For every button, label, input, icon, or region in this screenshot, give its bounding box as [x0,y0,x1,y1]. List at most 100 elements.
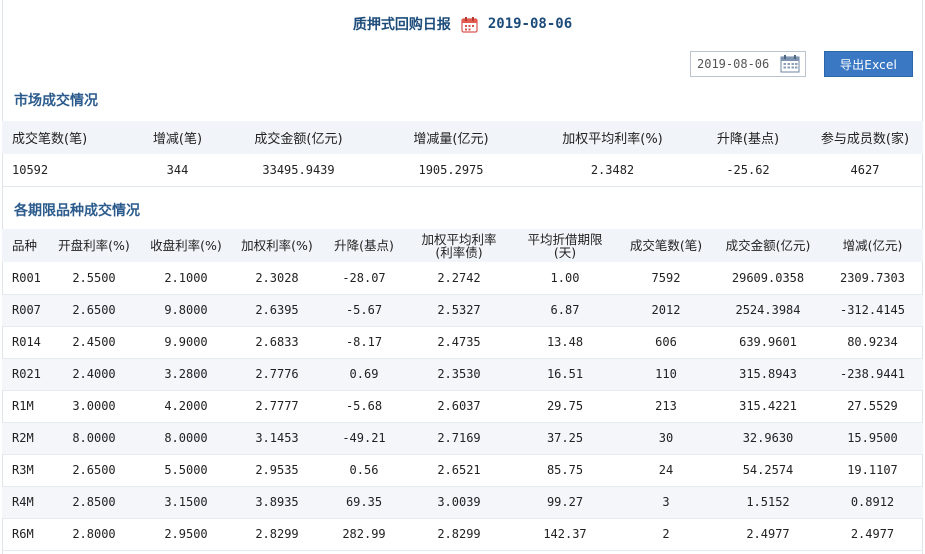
term-cell: 1.5152 [714,486,822,519]
export-excel-button[interactable]: 导出Excel [824,51,913,77]
date-picker[interactable] [690,51,806,77]
market-col-amount: 成交金额(亿元) [231,121,366,154]
term-product-cell: R6M [2,518,48,551]
term-cell: 80.9234 [822,326,923,359]
term-cell: 9.8000 [140,294,232,327]
term-cell: 2.8299 [232,518,322,551]
term-cell: 3 [618,486,714,519]
term-cell: -28.07 [322,262,406,295]
table-row: R6M 2.8000 2.9500 2.8299 282.99 2.8299 142.37 2… [2,518,923,551]
term-cell: 29609.0358 [714,262,822,295]
terms-col-weighted-avg-rate-line2: (利率债) [435,244,483,260]
term-cell: 2.4500 [48,326,140,359]
term-cell: 1.00 [512,262,618,295]
market-col-amount-change: 增减量(亿元) [366,121,536,154]
term-cell: 13.48 [512,326,618,359]
term-cell: 2.5500 [48,262,140,295]
term-cell: 19.1107 [822,454,923,487]
term-cell: 315.8943 [714,358,822,391]
term-cell: 16.51 [512,358,618,391]
term-cell: 282.99 [322,518,406,551]
terms-col-product: 品种 [2,229,48,262]
table-row: R1M 3.0000 4.2000 2.7777 -5.68 2.6037 29.75 213… [2,390,923,423]
term-cell: 2.6521 [406,454,512,487]
market-cell: 344 [124,154,231,187]
table-row: R4M 2.8500 3.1500 3.8935 69.35 3.0039 99.27 3 1.… [2,486,923,519]
term-cell: -312.4145 [822,294,923,327]
market-header-row: 成交笔数(笔) 增减(笔) 成交金额(亿元) 增减量(亿元) 加权平均利率(%)… [2,121,923,154]
term-cell: 29.75 [512,390,618,423]
term-cell: 2.8299 [406,518,512,551]
term-cell: -5.68 [322,390,406,423]
market-cell: -25.62 [689,154,807,187]
market-cell: 1905.2975 [366,154,536,187]
term-cell: 24 [618,454,714,487]
terms-section-title: 各期限品种成交情况 [14,203,140,219]
table-row: R001 2.5500 2.1000 2.3028 -28.07 2.2742 1.00 75… [2,262,923,295]
market-col-members: 参与成员数(家) [807,121,923,154]
date-input[interactable] [691,53,777,75]
term-product-cell: R007 [2,294,48,327]
term-cell: 2.6500 [48,454,140,487]
table-row: R007 2.6500 9.8000 2.6395 -5.67 2.5327 6.87 201… [2,294,923,327]
term-cell: 32.9630 [714,422,822,455]
term-cell: 2.4735 [406,326,512,359]
term-product-cell: R021 [2,358,48,391]
term-cell: 2524.3984 [714,294,822,327]
term-cell: 0.8912 [822,486,923,519]
term-cell: 2.5327 [406,294,512,327]
market-cell: 33495.9439 [231,154,366,187]
calendar-icon[interactable] [779,54,801,74]
terms-table-body: R001 2.5500 2.1000 2.3028 -28.07 2.2742 1.00 75… [2,262,923,551]
term-cell: 2.7169 [406,422,512,455]
market-col-bp-change: 升降(基点) [689,121,807,154]
term-cell: 3.1500 [140,486,232,519]
term-product-cell: R3M [2,454,48,487]
term-cell: 0.69 [322,358,406,391]
term-cell: 606 [618,326,714,359]
term-cell: 7592 [618,262,714,295]
term-cell: 2.2742 [406,262,512,295]
term-product-cell: R014 [2,326,48,359]
term-cell: 8.0000 [48,422,140,455]
terms-col-close-rate: 收盘利率(%) [140,229,232,262]
term-cell: 85.75 [512,454,618,487]
term-cell: 2.3530 [406,358,512,391]
market-cell: 10592 [2,154,124,187]
term-cell: 37.25 [512,422,618,455]
term-cell: 15.9500 [822,422,923,455]
term-cell: -238.9441 [822,358,923,391]
market-col-deals: 成交笔数(笔) [2,121,124,154]
term-cell: 2309.7303 [822,262,923,295]
market-table: 成交笔数(笔) 增减(笔) 成交金额(亿元) 增减量(亿元) 加权平均利率(%)… [2,121,923,187]
calendar-icon[interactable] [461,16,478,33]
report-header: 质押式回购日报 2019-08-06 [0,14,925,42]
term-cell: 2.6395 [232,294,322,327]
term-cell: 3.0000 [48,390,140,423]
term-cell: 2.1000 [140,262,232,295]
table-row: R021 2.4000 3.2800 2.7776 0.69 2.3530 16.51 110… [2,358,923,391]
term-cell: 2.4000 [48,358,140,391]
term-cell: 99.27 [512,486,618,519]
terms-col-amount: 成交金额(亿元) [714,229,822,262]
terms-col-deals: 成交笔数(笔) [618,229,714,262]
term-cell: -49.21 [322,422,406,455]
term-cell: 2.6500 [48,294,140,327]
term-cell: 2.6833 [232,326,322,359]
terms-header-row: 品种 开盘利率(%) 收盘利率(%) 加权利率(%) 升降(基点) 加权平均利率… [2,229,923,262]
term-cell: 0.56 [322,454,406,487]
report-date: 2019-08-06 [487,16,573,32]
term-cell: 142.37 [512,518,618,551]
report-title: 质押式回购日报 [352,17,451,33]
term-cell: 2.8500 [48,486,140,519]
term-cell: 2.4977 [714,518,822,551]
term-cell: 2.7777 [232,390,322,423]
terms-col-avg-term: 平均折借期限 (天) [512,229,618,262]
term-cell: 30 [618,422,714,455]
terms-col-weighted-avg-rate: 加权平均利率 (利率债) [406,229,512,262]
term-cell: 110 [618,358,714,391]
term-cell: 2.4977 [822,518,923,551]
term-cell: 3.2800 [140,358,232,391]
term-cell: 3.8935 [232,486,322,519]
term-cell: 2012 [618,294,714,327]
